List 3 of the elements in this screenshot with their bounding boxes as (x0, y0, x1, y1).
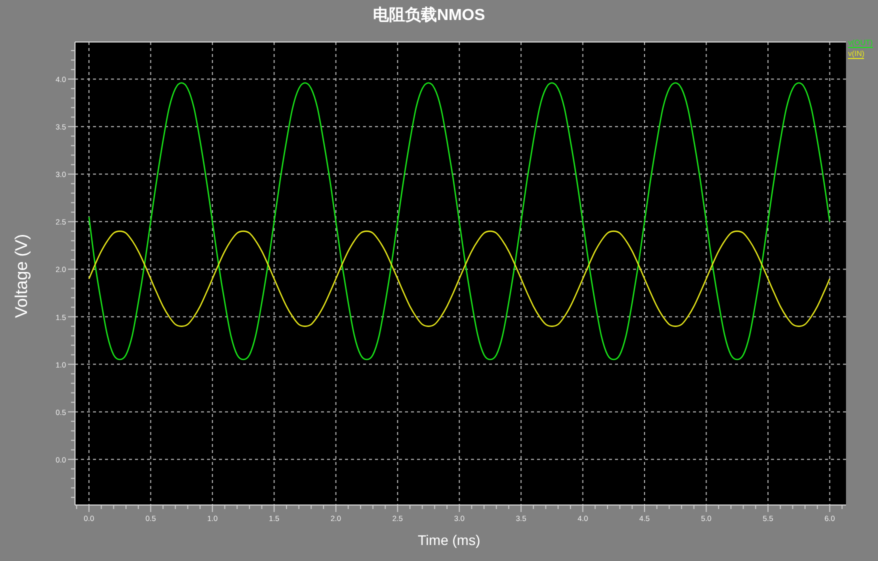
y-axis-label: Voltage (V) (12, 234, 32, 318)
x-axis-label: Time (ms) (418, 532, 480, 548)
chart-title: 电阻负载NMOS (373, 6, 485, 26)
